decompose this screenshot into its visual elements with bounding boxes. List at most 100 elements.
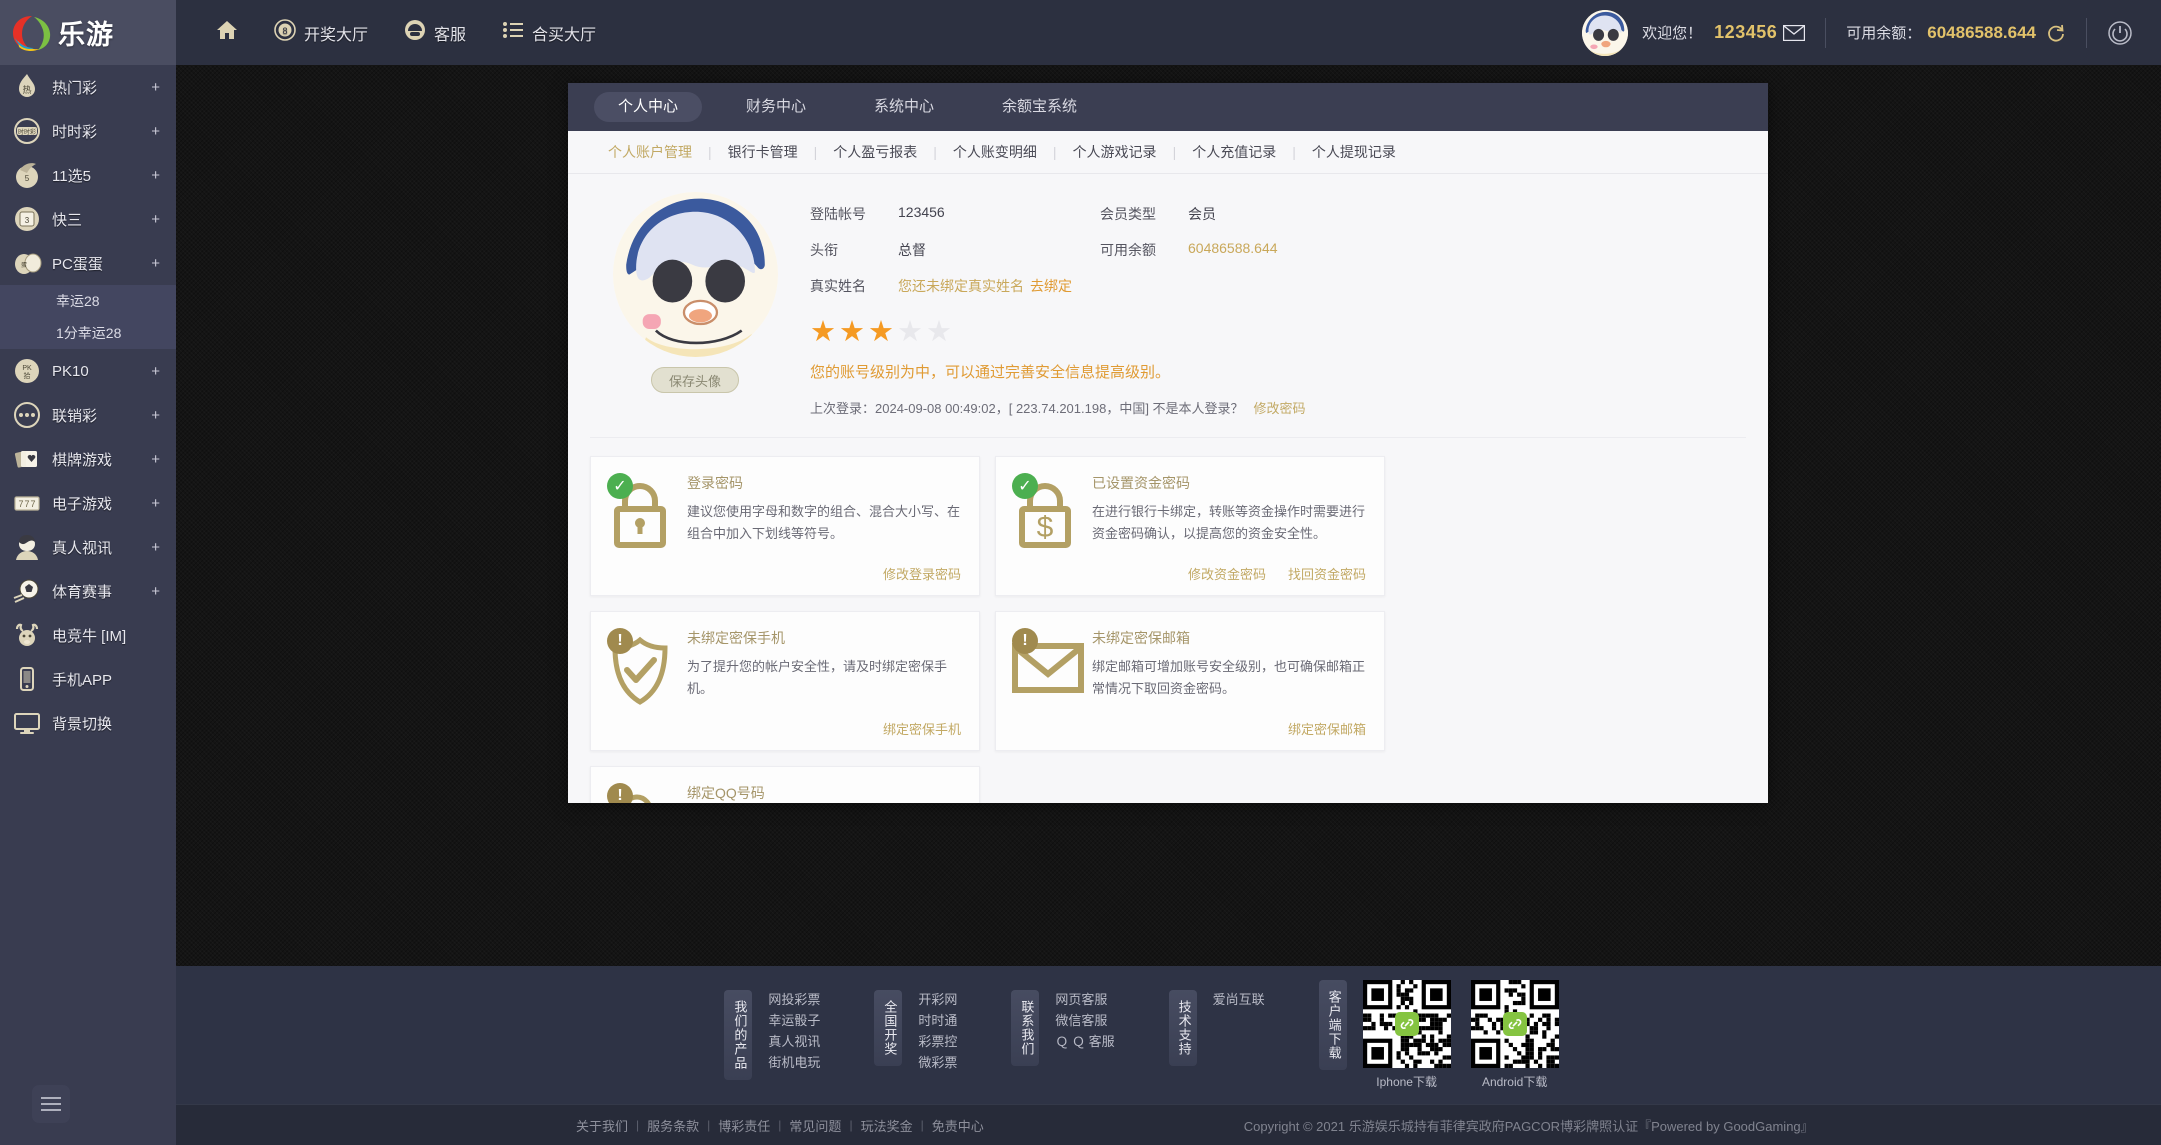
topnav-group-buy-hall[interactable]: 合买大厅 (484, 0, 614, 65)
panel-subtab-3[interactable]: 个人盈亏报表 (817, 142, 933, 162)
profile-avatar-icon[interactable] (612, 192, 778, 357)
power-icon[interactable] (2107, 20, 2133, 46)
legal-link-5[interactable]: 玩法奖金 (861, 1116, 913, 1135)
card-action-1[interactable]: 绑定密保手机 (883, 719, 961, 738)
username-text: 123456 (1714, 22, 1778, 42)
footer-link-2[interactable]: 幸运骰子 (768, 1011, 820, 1030)
sidebar-subitem-1[interactable]: 幸运28 (0, 285, 176, 317)
sidebar-item-4[interactable]: 3 快三 + (0, 197, 176, 241)
profile-field-key: 登陆帐号 (810, 206, 866, 222)
menu-toggle-icon[interactable] (32, 1085, 70, 1123)
footer-link-1[interactable]: 网投彩票 (768, 990, 820, 1009)
footer-link-1[interactable]: 网页客服 (1055, 990, 1114, 1009)
expand-plus-icon[interactable]: + (151, 407, 160, 424)
legal-link-4[interactable]: 常见问题 (789, 1116, 841, 1135)
panel-tab-4[interactable]: 余额宝系统 (978, 92, 1101, 122)
legal-link-2[interactable]: 服务条款 (647, 1116, 699, 1135)
panel-subtab-2[interactable]: 银行卡管理 (712, 142, 814, 162)
status-badge: ✓ (1012, 473, 1038, 499)
qr-download-1[interactable]: Iphone下载 (1362, 980, 1451, 1090)
sidebar-item-5[interactable]: 蛋 PC蛋蛋 + (0, 241, 176, 285)
footer-link-3[interactable]: Ｑ Ｑ 客服 (1055, 1032, 1114, 1051)
qr-download-2[interactable]: Android下载 (1470, 980, 1559, 1090)
sidebar-item-3[interactable]: 5 11选5 + (0, 153, 176, 197)
sidebar-subitem-2[interactable]: 1分幸运28 (0, 317, 176, 349)
footer-link-4[interactable]: 街机电玩 (768, 1053, 820, 1072)
panel-subtab-6[interactable]: 个人充值记录 (1176, 142, 1292, 162)
card-action-1[interactable]: 绑定密保邮箱 (1288, 719, 1366, 738)
topnav-home[interactable] (198, 0, 256, 65)
panel-secondary-tabs: 个人账户管理 | 银行卡管理 | 个人盈亏报表 | 个人账变明细 | 个人游戏记录 | 个人充值记录… (568, 131, 1768, 174)
panel-subtab-1[interactable]: 个人账户管理 (592, 142, 708, 162)
expand-plus-icon[interactable]: + (151, 451, 160, 468)
footer-link-3[interactable]: 彩票控 (918, 1032, 957, 1051)
footer-link-4[interactable]: 微彩票 (918, 1053, 957, 1072)
sidebar-item-8[interactable]: 棋牌游戏 + (0, 437, 176, 481)
panel-body: 保存头像 登陆帐号 123456 头衔 总督 真实姓名 您还未绑定真实姓名 去绑定 会员类型… (568, 174, 1768, 803)
envelope-icon: ! (1010, 628, 1092, 738)
footer-link-1[interactable]: 爱尚互联 (1213, 990, 1265, 1009)
sidebar-item-1[interactable]: 热 热门彩 + (0, 65, 176, 109)
profile-field-right-1: 会员类型 会员 (1100, 204, 1420, 224)
panel-tab-2[interactable]: 财务中心 (722, 92, 830, 122)
sidebar-item-6[interactable]: PK 拾 PK10 + (0, 349, 176, 393)
expand-plus-icon[interactable]: + (151, 123, 160, 140)
footer-link-3[interactable]: 真人视讯 (768, 1032, 820, 1051)
refresh-icon[interactable] (2046, 23, 2066, 43)
profile-field-key: 头衔 (810, 242, 838, 258)
headset-icon (404, 19, 426, 46)
svg-text:5: 5 (25, 174, 30, 183)
card-title: 未绑定密保邮箱 (1092, 630, 1190, 646)
card-action-2[interactable]: 找回资金密码 (1288, 564, 1366, 583)
panel-subtab-7[interactable]: 个人提现记录 (1296, 142, 1412, 162)
expand-plus-icon[interactable]: + (151, 211, 160, 228)
expand-plus-icon[interactable]: + (151, 363, 160, 380)
legal-link-3[interactable]: 博彩责任 (718, 1116, 770, 1135)
sidebar-item-13[interactable]: 手机APP (0, 657, 176, 701)
sidebar-item-9[interactable]: 7 7 7 电子游戏 + (0, 481, 176, 525)
sidebar-item-10[interactable]: 真人视讯 + (0, 525, 176, 569)
panel-tab-3[interactable]: 系统中心 (850, 92, 958, 122)
topnav-lottery-hall[interactable]: 8 开奖大厅 (256, 0, 386, 65)
expand-plus-icon[interactable]: + (151, 255, 160, 272)
expand-plus-icon[interactable]: + (151, 583, 160, 600)
svg-text:PK: PK (22, 365, 32, 372)
footer-column-title: 我们的产品 (724, 990, 753, 1080)
card-action-1[interactable]: 修改登录密码 (883, 564, 961, 583)
legal-link-6[interactable]: 免责中心 (932, 1116, 984, 1135)
expand-plus-icon[interactable]: + (151, 79, 160, 96)
expand-plus-icon[interactable]: + (151, 539, 160, 556)
card-title: 已设置资金密码 (1092, 475, 1190, 491)
panel-subtab-4[interactable]: 个人账变明细 (937, 142, 1053, 162)
panel-subtab-5[interactable]: 个人游戏记录 (1057, 142, 1173, 162)
sidebar-item-14[interactable]: 背景切换 (0, 701, 176, 745)
sidebar-item-2[interactable]: 时时彩 时时彩 + (0, 109, 176, 153)
brand-logo-block[interactable]: 乐游 (0, 0, 176, 65)
sidebar-item-label: 11选5 (52, 167, 91, 185)
footer-columns: 我们的产品 网投彩票 幸运骰子 真人视讯 街机电玩 全国开奖 开彩网 时时通 彩票控 微彩票 联系我… (724, 990, 1318, 1080)
footer-link-2[interactable]: 微信客服 (1055, 1011, 1114, 1030)
panel-tab-1[interactable]: 个人中心 (594, 92, 703, 122)
topnav-lottery-hall-label: 开奖大厅 (304, 26, 369, 44)
profile-field-left-1: 登陆帐号 123456 (810, 204, 1100, 224)
card-action-1[interactable]: 修改资金密码 (1188, 564, 1266, 583)
sidebar-item-7[interactable]: 联销彩 + (0, 393, 176, 437)
card-actions: 修改资金密码 找回资金密码 (1092, 564, 1366, 583)
mail-icon[interactable] (1783, 24, 1806, 41)
profile-info-column: 登陆帐号 123456 头衔 总督 真实姓名 您还未绑定真实姓名 去绑定 会员类型 会员 可用余… (800, 192, 1746, 417)
card-title: 绑定QQ号码 (687, 785, 765, 801)
expand-plus-icon[interactable]: + (151, 167, 160, 184)
save-avatar-button[interactable]: 保存头像 (651, 367, 739, 393)
sidebar-item-12[interactable]: 电竞牛 [IM] (0, 613, 176, 657)
user-avatar-icon[interactable] (1582, 9, 1629, 56)
profile-field-value: 会员 (1188, 206, 1216, 222)
last-login-prefix: 上次登录： (810, 401, 876, 416)
footer-link-1[interactable]: 开彩网 (918, 990, 957, 1009)
sidebar-item-11[interactable]: 体育赛事 + (0, 569, 176, 613)
topnav-customer-service[interactable]: 客服 (386, 0, 484, 65)
change-password-link[interactable]: 修改密码 (1254, 401, 1306, 416)
legal-link-1[interactable]: 关于我们 (576, 1116, 628, 1135)
expand-plus-icon[interactable]: + (151, 495, 160, 512)
bind-realname-link[interactable]: 去绑定 (1030, 276, 1072, 296)
footer-link-2[interactable]: 时时通 (918, 1011, 957, 1030)
